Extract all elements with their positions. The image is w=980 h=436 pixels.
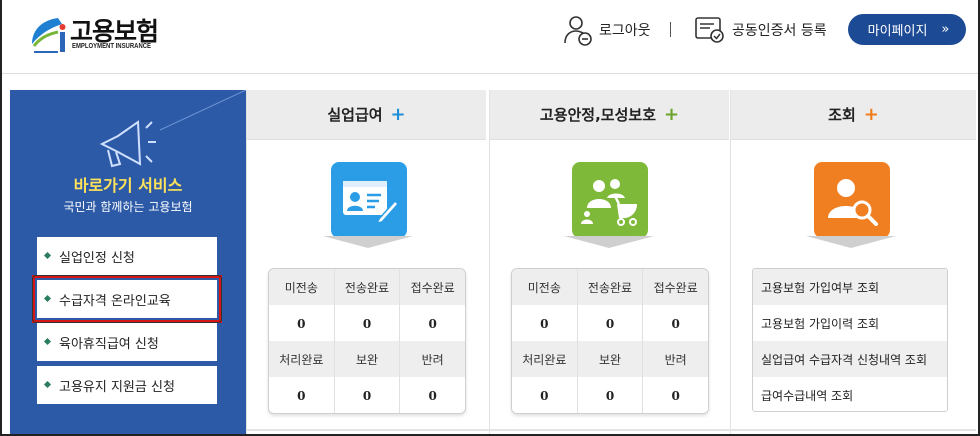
logo-subtitle: EMPLOYMENT INSURANCE [72, 43, 152, 50]
site-logo[interactable]: 고용보험 EMPLOYMENT INSURANCE [28, 10, 178, 58]
tab-inquiry[interactable]: 조회 + [731, 90, 976, 140]
quick-item-label: 고용유지 지원금 신청 [59, 379, 175, 395]
mypage-button[interactable]: 마이페이지 » [848, 14, 966, 45]
quick-item-label: 육아휴직급여 신청 [59, 336, 159, 352]
quick-item-label: 실업인정 신청 [59, 250, 135, 266]
cert-register-label: 공동인증서 등록 [732, 23, 827, 39]
status-count[interactable]: 0 [577, 377, 644, 413]
status-header: 반려 [643, 341, 708, 377]
status-header: 처리완료 [512, 341, 578, 377]
status-count[interactable]: 0 [512, 377, 578, 413]
inquiry-link[interactable]: 고용보험 가입이력 조회 [753, 305, 947, 341]
diamond-bullet-icon [43, 380, 52, 389]
quick-item-online-education[interactable]: 수급자격 온라인교육 [32, 275, 222, 323]
status-count[interactable]: 0 [334, 305, 401, 342]
double-chevron-right-icon: » [941, 22, 949, 37]
status-table: 미전송 전송완료 접수완료 0 0 0 처리완료 보완 반려 0 0 0 [268, 268, 466, 414]
diamond-bullet-icon [43, 294, 52, 303]
status-count[interactable]: 0 [269, 305, 335, 342]
logo-mark-icon [32, 18, 66, 53]
unemployment-benefit-column: 실업급여 + 미전송 전송완료 접수완료 0 0 0 처리완료 보완 반려 0 … [246, 90, 486, 436]
inquiry-link[interactable]: 실업급여 수급자격 신청내역 조회 [753, 341, 947, 377]
status-table: 미전송 전송완료 접수완료 0 0 0 처리완료 보완 반려 0 0 0 [511, 268, 709, 414]
certificate-icon [695, 17, 724, 43]
column-title: 조회 [828, 106, 856, 124]
inquiry-link[interactable]: 고용보험 가입여부 조회 [753, 269, 947, 305]
id-card-icon[interactable] [331, 162, 407, 238]
status-count[interactable]: 0 [643, 377, 708, 413]
status-count[interactable]: 0 [269, 377, 335, 413]
inquiry-link[interactable]: 급여수급내역 조회 [753, 377, 947, 411]
tab-employment-stability[interactable]: 고용안정,모성보호 + [490, 90, 729, 140]
plus-icon: + [664, 104, 680, 125]
logout-link[interactable]: 로그아웃 [563, 14, 651, 46]
status-header: 미전송 [512, 269, 578, 305]
status-header: 반려 [400, 341, 465, 377]
status-header: 보완 [334, 341, 401, 377]
user-search-icon[interactable] [814, 162, 890, 238]
quick-item-unemployment-cert[interactable]: 실업인정 신청 [37, 237, 217, 275]
cert-register-link[interactable]: 공동인증서 등록 [694, 14, 827, 46]
status-count[interactable]: 0 [400, 305, 465, 342]
status-header: 전송완료 [577, 269, 644, 305]
status-header: 접수완료 [400, 269, 465, 305]
plus-icon: + [390, 104, 406, 125]
status-header: 보완 [577, 341, 644, 377]
status-header: 처리완료 [269, 341, 335, 377]
bottom-divider [246, 429, 976, 431]
quick-service-title: 바로가기 서비스 [73, 176, 183, 195]
site-header: 고용보험 EMPLOYMENT INSURANCE 로그아웃 공동인증서 등록 … [0, 0, 980, 74]
quick-item-label: 수급자격 온라인교육 [59, 293, 171, 309]
diamond-bullet-icon [43, 337, 52, 346]
status-count[interactable]: 0 [512, 305, 578, 342]
tab-unemployment-benefit[interactable]: 실업급여 + [247, 90, 486, 140]
status-count[interactable]: 0 [400, 377, 465, 413]
quick-item-parental-leave[interactable]: 육아휴직급여 신청 [37, 323, 217, 361]
header-separator [670, 22, 671, 37]
icon-shadow [806, 236, 896, 248]
plus-icon: + [863, 104, 879, 125]
icon-shadow [323, 236, 413, 248]
family-stroller-icon[interactable] [572, 162, 648, 238]
icon-shadow [564, 236, 654, 248]
status-count[interactable]: 0 [643, 305, 708, 342]
status-header: 전송완료 [334, 269, 401, 305]
status-header: 접수완료 [643, 269, 708, 305]
employment-stability-column: 고용안정,모성보호 + 미전송 전송완료 접수완료 0 0 0 처리완료 보완 … [489, 90, 729, 436]
diamond-bullet-icon [43, 251, 52, 260]
column-title: 고용안정,모성보호 [539, 106, 656, 124]
inquiry-list: 고용보험 가입여부 조회 고용보험 가입이력 조회 실업급여 수급자격 신청내역… [752, 268, 948, 412]
column-title: 실업급여 [327, 106, 383, 124]
quick-item-employment-subsidy[interactable]: 고용유지 지원금 신청 [37, 366, 217, 404]
status-header: 미전송 [269, 269, 335, 305]
mypage-label: 마이페이지 [867, 24, 928, 39]
logout-label: 로그아웃 [599, 23, 651, 39]
inquiry-column: 조회 + 고용보험 가입여부 조회 고용보험 가입이력 조회 실업급여 수급자격… [730, 90, 976, 436]
status-count[interactable]: 0 [577, 305, 644, 342]
quick-service-subtitle: 국민과 함께하는 고용보험 [63, 200, 193, 214]
status-count[interactable]: 0 [334, 377, 401, 413]
user-logout-icon [564, 16, 592, 46]
megaphone-icon [99, 120, 156, 168]
